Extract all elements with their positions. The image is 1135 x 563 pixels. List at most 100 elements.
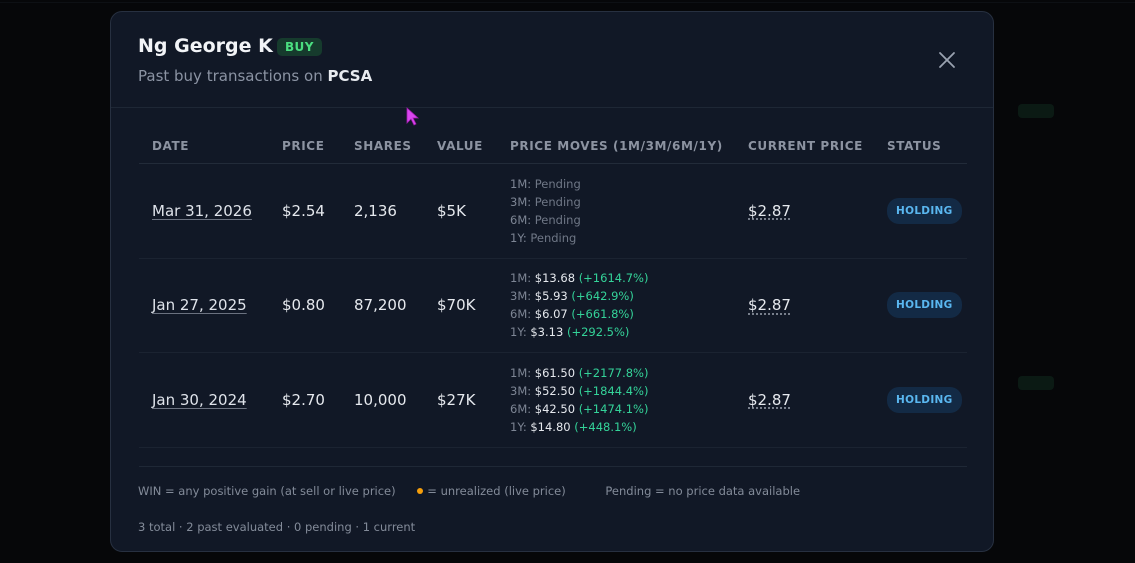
shares-cell: 87,200 bbox=[341, 258, 424, 353]
status-cell: HOLDING bbox=[874, 163, 967, 259]
summary-text: 3 total · 2 past evaluated · 0 pending ·… bbox=[138, 520, 416, 534]
move-value: $13.68 bbox=[534, 271, 576, 286]
move-period: 3M: bbox=[510, 289, 532, 304]
price-cell: $2.54 bbox=[269, 163, 341, 259]
transaction-date-link[interactable]: Jan 30, 2024 bbox=[152, 391, 247, 409]
price-move-line: 1M: Pending bbox=[510, 175, 735, 193]
move-period: 1Y: bbox=[510, 419, 527, 434]
move-percent: (+1844.4%) bbox=[578, 383, 649, 398]
price-move-line: 1M: $13.68 (+1614.7%) bbox=[510, 269, 735, 287]
current-price-cell: $2.87 bbox=[735, 352, 874, 448]
status-badge: HOLDING bbox=[887, 197, 962, 224]
status-cell: HOLDING bbox=[874, 258, 967, 353]
move-period: 6M: bbox=[510, 307, 532, 322]
move-percent: (+2177.8%) bbox=[578, 365, 649, 380]
move-value: $5.93 bbox=[534, 289, 568, 304]
column-header-current-price: CURRENT PRICE bbox=[735, 129, 874, 164]
footer-divider bbox=[139, 466, 967, 467]
current-price: $2.87 bbox=[748, 201, 791, 220]
move-period: 1Y: bbox=[510, 230, 527, 245]
price-move-line: 1Y: Pending bbox=[510, 229, 735, 247]
close-button[interactable] bbox=[933, 46, 961, 74]
move-period: 3M: bbox=[510, 194, 532, 209]
move-period: 1M: bbox=[510, 271, 532, 286]
date-cell: Mar 31, 2026 bbox=[139, 163, 269, 259]
column-header-shares: SHARES bbox=[341, 129, 424, 164]
move-percent: (+1614.7%) bbox=[578, 271, 649, 286]
value-cell: $27K bbox=[424, 352, 497, 448]
modal-title: Ng George K bbox=[138, 35, 273, 57]
legend-pending: Pending = no price data available bbox=[605, 484, 801, 498]
table-row: Jan 27, 2025 $0.80 87,200 $70K 1M: $13.6… bbox=[139, 258, 967, 353]
price-move-line: 1M: $61.50 (+2177.8%) bbox=[510, 364, 735, 382]
background-badge bbox=[1018, 376, 1054, 390]
move-percent: (+661.8%) bbox=[571, 307, 634, 322]
current-price-cell: $2.87 bbox=[735, 163, 874, 259]
background-badge bbox=[1018, 104, 1054, 118]
value-cell: $5K bbox=[424, 163, 497, 259]
move-percent: (+642.9%) bbox=[571, 289, 634, 304]
shares-cell: 2,136 bbox=[341, 163, 424, 259]
table-header-row: DATE PRICE SHARES VALUE PRICE MOVES (1M/… bbox=[139, 129, 967, 164]
subtitle-text: Past buy transactions on bbox=[138, 67, 328, 85]
table-row: Jan 30, 2024 $2.70 10,000 $27K 1M: $61.5… bbox=[139, 352, 967, 448]
unrealized-dot-icon bbox=[417, 488, 424, 494]
price-cell: $0.80 bbox=[269, 258, 341, 353]
close-icon bbox=[939, 52, 955, 68]
legend-win: WIN = any positive gain (at sell or live… bbox=[138, 484, 396, 498]
transaction-date-link[interactable]: Jan 27, 2025 bbox=[152, 296, 247, 314]
price-move-line: 3M: $52.50 (+1844.4%) bbox=[510, 382, 735, 400]
move-period: 6M: bbox=[510, 212, 532, 227]
move-value: $14.80 bbox=[530, 419, 571, 434]
transactions-table: DATE PRICE SHARES VALUE PRICE MOVES (1M/… bbox=[139, 129, 967, 448]
move-period: 1Y: bbox=[510, 325, 527, 340]
column-header-status: STATUS bbox=[874, 129, 967, 164]
status-badge: HOLDING bbox=[887, 386, 962, 413]
value-cell: $70K bbox=[424, 258, 497, 353]
move-value: $52.50 bbox=[534, 383, 576, 398]
move-value: $3.13 bbox=[530, 325, 564, 340]
move-value: $61.50 bbox=[534, 365, 576, 380]
current-price: $2.87 bbox=[748, 390, 791, 409]
modal-subtitle: Past buy transactions on PCSA bbox=[138, 67, 372, 85]
price-moves-cell: 1M: $13.68 (+1614.7%) 3M: $5.93 (+642.9%… bbox=[497, 258, 735, 353]
move-percent: (+1474.1%) bbox=[578, 401, 649, 416]
price-move-line: 3M: Pending bbox=[510, 193, 735, 211]
buy-badge: BUY bbox=[277, 38, 322, 56]
ticker-symbol: PCSA bbox=[327, 67, 373, 85]
move-value: Pending bbox=[534, 212, 581, 227]
price-move-line: 3M: $5.93 (+642.9%) bbox=[510, 287, 735, 305]
column-header-value: VALUE bbox=[424, 129, 497, 164]
price-move-line: 6M: $6.07 (+661.8%) bbox=[510, 305, 735, 323]
status-cell: HOLDING bbox=[874, 352, 967, 448]
price-moves-cell: 1M: Pending 3M: Pending 6M: Pending 1Y: … bbox=[497, 163, 735, 259]
status-badge: HOLDING bbox=[887, 292, 962, 319]
price-move-line: 1Y: $3.13 (+292.5%) bbox=[510, 323, 735, 341]
price-move-line: 6M: Pending bbox=[510, 211, 735, 229]
column-header-price-moves: PRICE MOVES (1M/3M/6M/1Y) bbox=[497, 129, 735, 164]
current-price: $2.87 bbox=[748, 296, 791, 315]
move-period: 3M: bbox=[510, 383, 532, 398]
date-cell: Jan 30, 2024 bbox=[139, 352, 269, 448]
column-header-date: DATE bbox=[139, 129, 269, 164]
transaction-date-link[interactable]: Mar 31, 2026 bbox=[152, 202, 252, 220]
date-cell: Jan 27, 2025 bbox=[139, 258, 269, 353]
shares-cell: 10,000 bbox=[341, 352, 424, 448]
price-moves-cell: 1M: $61.50 (+2177.8%) 3M: $52.50 (+1844.… bbox=[497, 352, 735, 448]
mouse-cursor-icon bbox=[406, 107, 420, 126]
table-row: Mar 31, 2026 $2.54 2,136 $5K 1M: Pending… bbox=[139, 163, 967, 259]
move-value: $42.50 bbox=[534, 401, 576, 416]
modal-header: Ng George K BUY Past buy transactions on… bbox=[111, 12, 993, 108]
move-percent: (+448.1%) bbox=[574, 419, 637, 434]
price-move-line: 6M: $42.50 (+1474.1%) bbox=[510, 400, 735, 418]
move-value: Pending bbox=[534, 176, 581, 191]
current-price-cell: $2.87 bbox=[735, 258, 874, 353]
column-header-price: PRICE bbox=[269, 129, 341, 164]
move-period: 6M: bbox=[510, 401, 532, 416]
move-period: 1M: bbox=[510, 176, 532, 191]
price-move-line: 1Y: $14.80 (+448.1%) bbox=[510, 418, 735, 436]
legend-unrealized-text: = unrealized (live price) bbox=[427, 484, 566, 498]
price-cell: $2.70 bbox=[269, 352, 341, 448]
move-value: $6.07 bbox=[534, 307, 568, 322]
move-period: 1M: bbox=[510, 365, 532, 380]
